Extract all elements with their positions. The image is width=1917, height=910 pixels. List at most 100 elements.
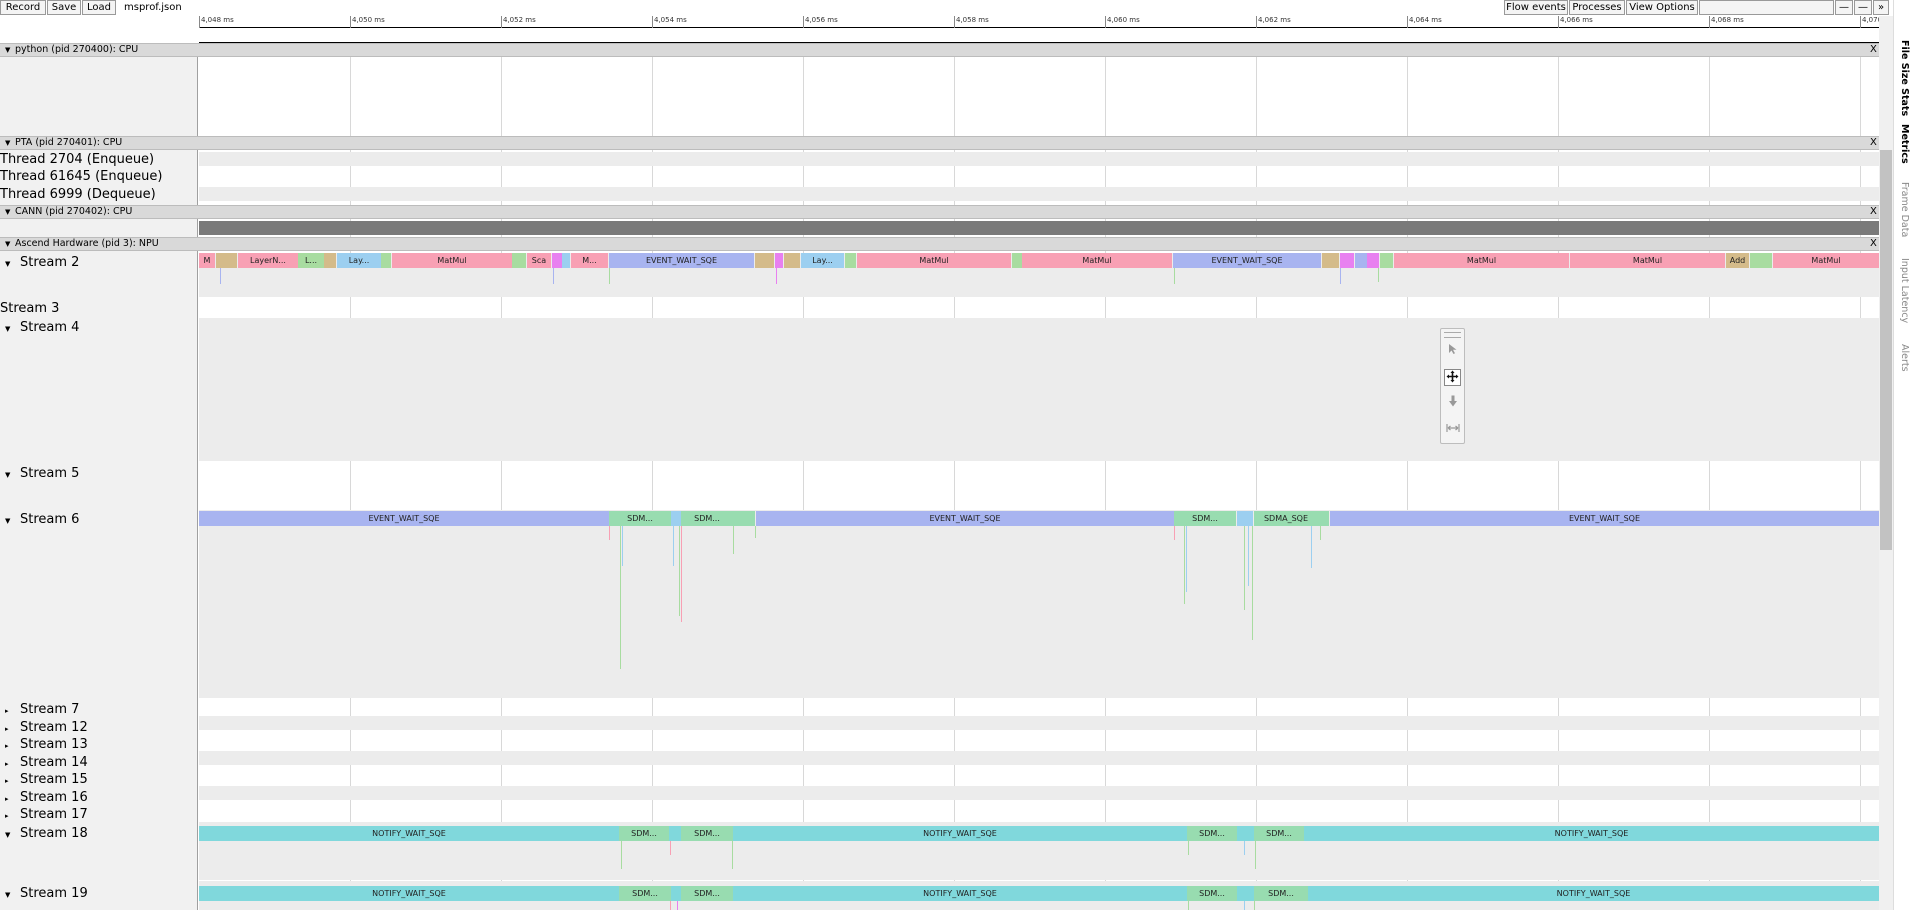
slice[interactable]: NOTIFY_WAIT_SQE	[1308, 886, 1879, 901]
slice[interactable]	[1355, 253, 1367, 268]
expand-triangle-icon[interactable]: ▸	[5, 742, 11, 750]
process-header-pta[interactable]: ▼ PTA (pid 270401): CPU X	[0, 136, 1880, 150]
stream-label[interactable]: ▸ Stream 17	[5, 807, 88, 822]
collapse-triangle-icon[interactable]: ▼	[5, 517, 11, 525]
stream-label[interactable]: ▼ Stream 2	[5, 255, 79, 270]
expand-triangle-icon[interactable]: ▸	[5, 777, 11, 785]
slice[interactable]: SDM...	[681, 826, 733, 841]
slice[interactable]: SDM...	[1254, 826, 1304, 841]
close-icon[interactable]: X	[1870, 206, 1877, 218]
view-options-button[interactable]: View Options	[1626, 0, 1698, 15]
stream-label[interactable]: ▸ Stream 7	[5, 702, 79, 717]
save-button[interactable]: Save	[47, 0, 81, 15]
slice[interactable]	[1380, 253, 1393, 268]
close-icon[interactable]: X	[1870, 44, 1877, 56]
slice[interactable]	[216, 253, 237, 268]
slice[interactable]	[562, 253, 570, 268]
record-button[interactable]: Record	[0, 0, 46, 15]
slice[interactable]: NOTIFY_WAIT_SQE	[199, 826, 619, 841]
collapse-triangle-icon[interactable]: ▼	[5, 206, 10, 218]
time-ruler[interactable]: 4,048 ms 4,050 ms 4,052 ms 4,054 ms 4,056 ms…	[199, 16, 1895, 28]
stream-label[interactable]: ▸ Stream 13	[5, 737, 88, 752]
slice[interactable]: NOTIFY_WAIT_SQE	[1304, 826, 1879, 841]
stream-label[interactable]: Stream 3	[0, 301, 59, 316]
collapse-triangle-icon[interactable]: ▼	[5, 44, 10, 56]
slice[interactable]	[1340, 253, 1354, 268]
slice[interactable]: SDM...	[619, 886, 671, 901]
slice[interactable]	[1367, 253, 1379, 268]
process-header-ascend[interactable]: ▼ Ascend Hardware (pid 3): NPU X	[0, 237, 1880, 251]
process-header-cann[interactable]: ▼ CANN (pid 270402): CPU X	[0, 205, 1880, 219]
expand-triangle-icon[interactable]: ▸	[5, 725, 11, 733]
stream-label[interactable]: ▸ Stream 15	[5, 772, 88, 787]
slice[interactable]: MatMul	[857, 253, 1011, 268]
slice[interactable]	[784, 253, 800, 268]
expand-triangle-icon[interactable]: ▸	[5, 760, 11, 768]
search-input[interactable]	[1699, 0, 1834, 15]
slice[interactable]: SDM...	[1187, 886, 1237, 901]
slice[interactable]: EVENT_WAIT_SQE	[609, 253, 754, 268]
slice[interactable]	[671, 886, 681, 901]
slice[interactable]	[512, 253, 526, 268]
slice[interactable]	[381, 253, 391, 268]
track-area[interactable]	[199, 43, 1879, 910]
collapse-triangle-icon[interactable]: ▼	[5, 831, 11, 839]
slice[interactable]: NOTIFY_WAIT_SQE	[199, 886, 619, 901]
stream-label[interactable]: ▸ Stream 16	[5, 790, 88, 805]
slice[interactable]	[845, 253, 856, 268]
slice[interactable]: SDM...	[619, 826, 669, 841]
slice[interactable]: SDM...	[1174, 511, 1236, 526]
slice[interactable]	[1237, 886, 1254, 901]
zoom-out-button[interactable]: —	[1835, 0, 1853, 15]
slice[interactable]: EVENT_WAIT_SQE	[1173, 253, 1321, 268]
side-tab-input-latency[interactable]: Input Latency	[1899, 258, 1910, 323]
flow-events-button[interactable]: Flow events	[1504, 0, 1568, 15]
select-tool-icon[interactable]	[1444, 343, 1461, 360]
slice[interactable]: MatMul	[1394, 253, 1569, 268]
slice[interactable]: MatMul	[392, 253, 512, 268]
slice[interactable]	[755, 253, 774, 268]
process-header-python[interactable]: ▼ python (pid 270400): CPU X	[0, 43, 1880, 57]
slice[interactable]	[669, 826, 681, 841]
side-tab-metrics[interactable]: Metrics	[1899, 124, 1910, 164]
slice[interactable]	[1750, 253, 1772, 268]
collapse-triangle-icon[interactable]: ▼	[5, 325, 11, 333]
collapse-triangle-icon[interactable]: ▼	[5, 260, 11, 268]
stream-label[interactable]: ▸ Stream 14	[5, 755, 88, 770]
slice[interactable]: EVENT_WAIT_SQE	[756, 511, 1174, 526]
slice[interactable]	[1012, 253, 1022, 268]
processes-button[interactable]: Processes	[1569, 0, 1625, 15]
scrollbar-thumb[interactable]	[1880, 150, 1892, 550]
slice[interactable]: Add	[1726, 253, 1749, 268]
slice[interactable]: Lay...	[801, 253, 844, 268]
expand-triangle-icon[interactable]: ▸	[5, 795, 11, 803]
side-tab-frame-data[interactable]: Frame Data	[1899, 182, 1910, 237]
slice[interactable]: SDM...	[681, 886, 733, 901]
slice[interactable]: SDM...	[609, 511, 671, 526]
slice[interactable]: MatMul	[1773, 253, 1879, 268]
slice[interactable]	[1237, 511, 1253, 526]
collapse-triangle-icon[interactable]: ▼	[5, 891, 11, 899]
slice[interactable]	[1322, 253, 1339, 268]
slice[interactable]: SDM...	[681, 511, 733, 526]
slice[interactable]: M	[199, 253, 215, 268]
slice[interactable]: MatMul	[1570, 253, 1725, 268]
slice[interactable]: NOTIFY_WAIT_SQE	[733, 826, 1187, 841]
slice[interactable]	[671, 511, 681, 526]
slice[interactable]	[552, 253, 562, 268]
side-tab-alerts[interactable]: Alerts	[1899, 344, 1910, 372]
slice[interactable]	[733, 511, 755, 526]
slice[interactable]: L...	[298, 253, 324, 268]
collapse-triangle-icon[interactable]: ▼	[5, 137, 10, 149]
stream-label[interactable]: ▸ Stream 12	[5, 720, 88, 735]
slice[interactable]: NOTIFY_WAIT_SQE	[733, 886, 1187, 901]
expand-triangle-icon[interactable]: ▸	[5, 707, 11, 715]
slice[interactable]	[775, 253, 783, 268]
stream-label[interactable]: ▼ Stream 6	[5, 512, 79, 527]
close-icon[interactable]: X	[1870, 238, 1877, 250]
stream-label[interactable]: ▼ Stream 19	[5, 886, 88, 901]
drag-handle[interactable]	[1444, 332, 1461, 338]
side-tab-file-size-stats[interactable]: File Size Stats	[1899, 40, 1910, 116]
slice[interactable]: MatMul	[1022, 253, 1172, 268]
slice[interactable]: SDM...	[1187, 826, 1237, 841]
